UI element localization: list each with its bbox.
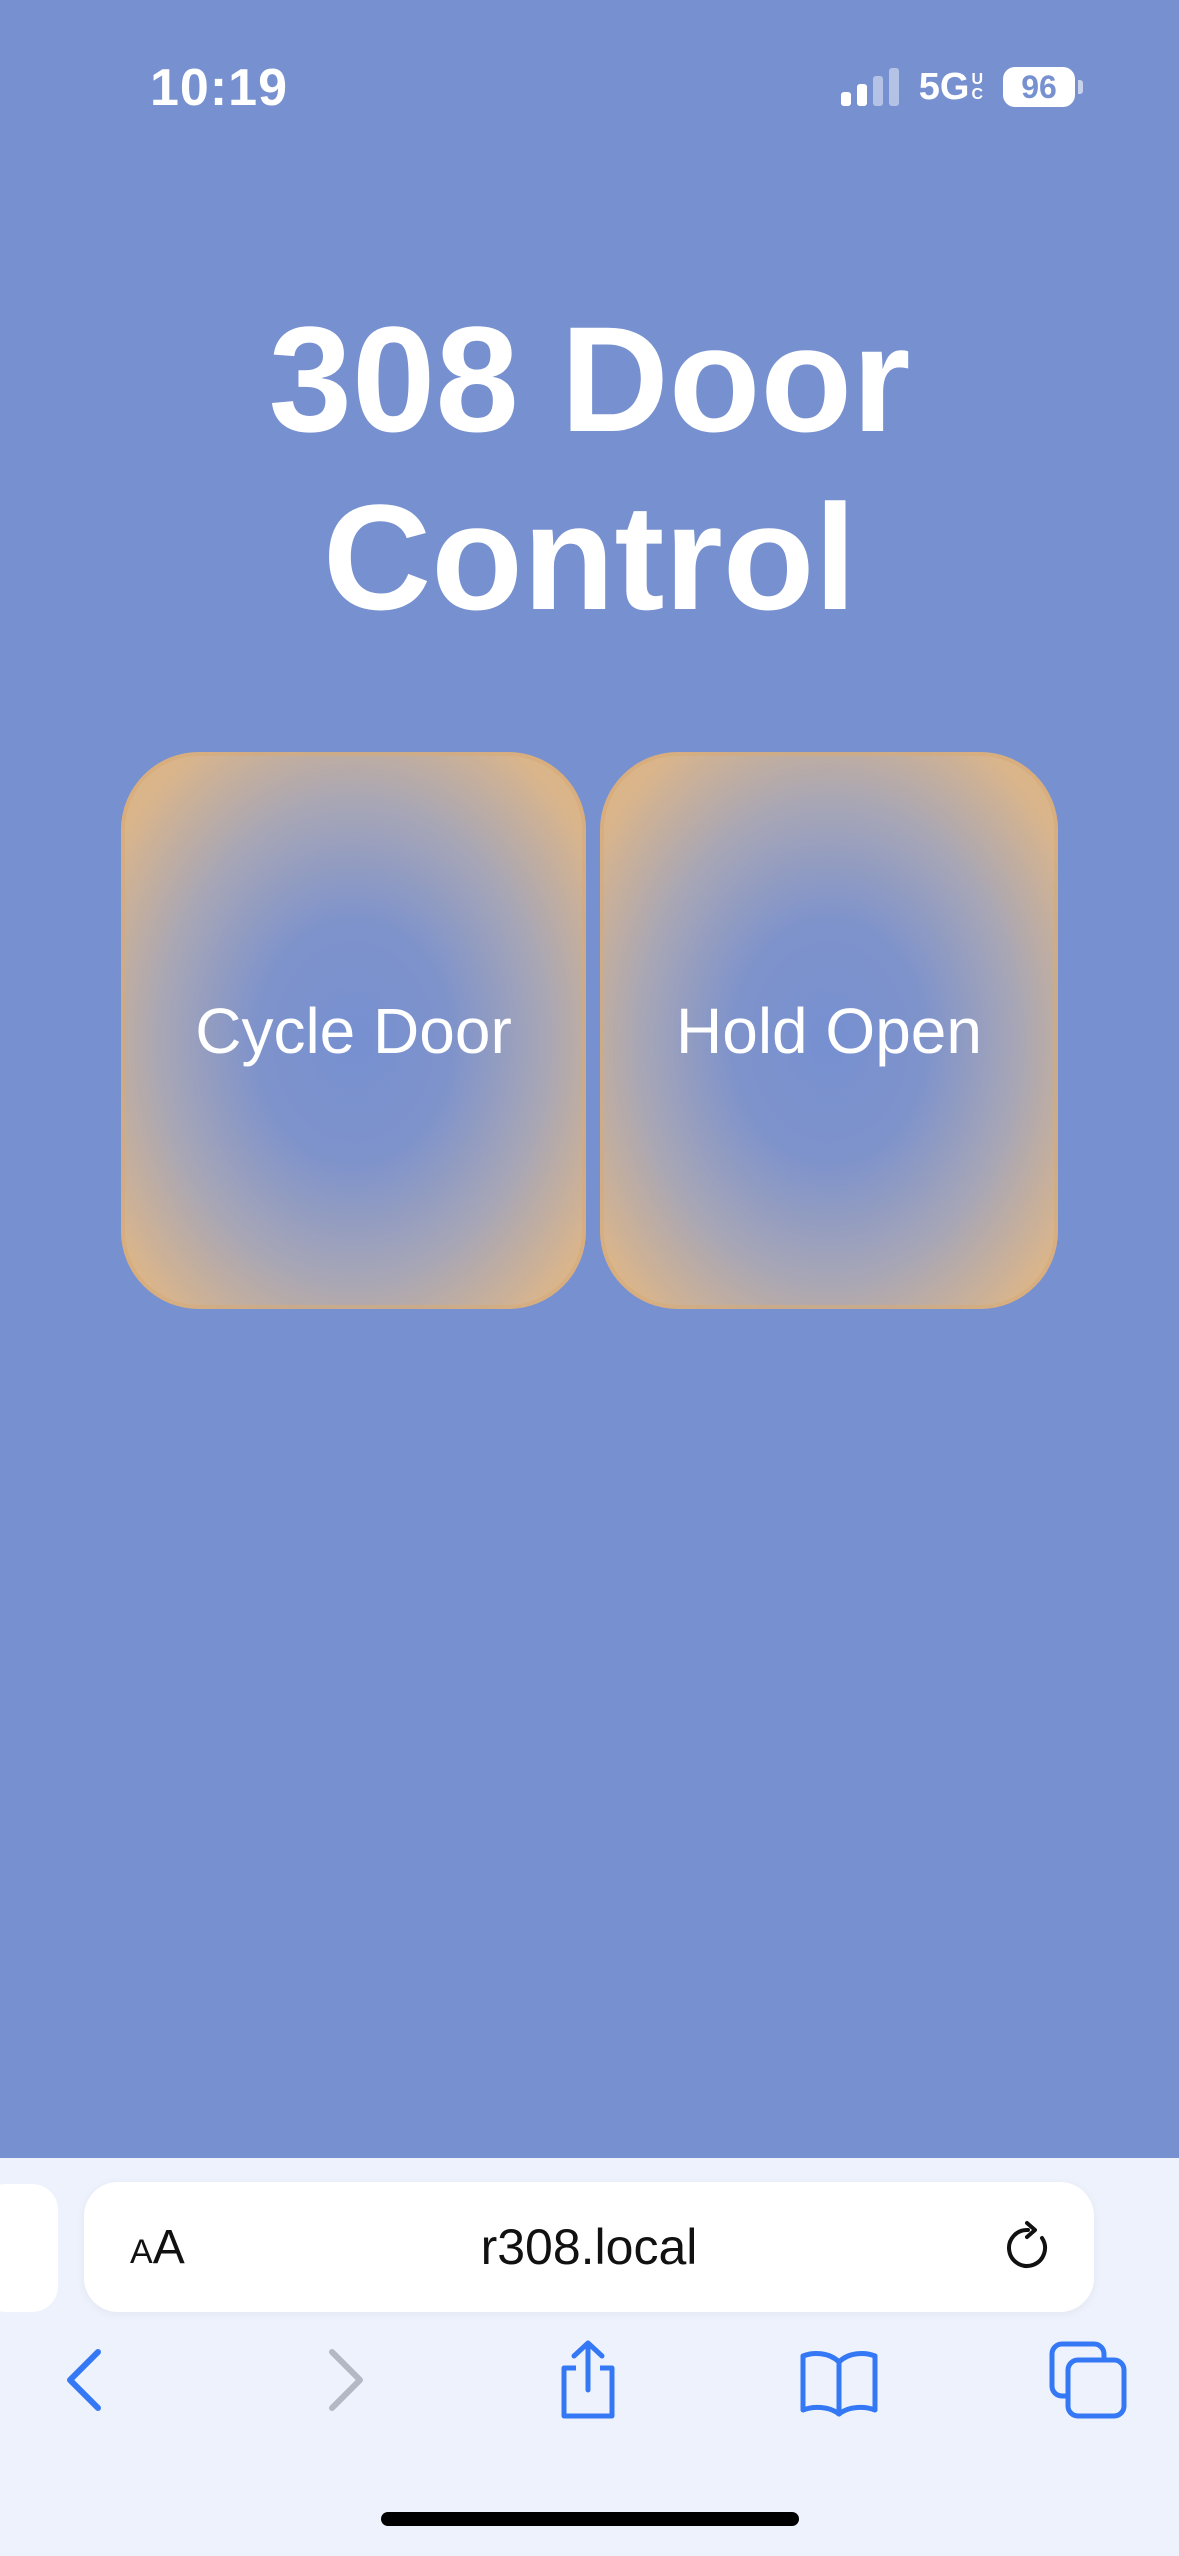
chevron-right-icon[interactable] bbox=[302, 2340, 382, 2420]
battery-icon: 96 bbox=[1003, 67, 1083, 107]
url-text[interactable]: r308.local bbox=[84, 2218, 1094, 2276]
network-suffix: U C bbox=[971, 71, 983, 103]
page-title: 308 Door Control bbox=[0, 290, 1179, 646]
previous-tab-preview[interactable] bbox=[0, 2184, 58, 2312]
chevron-left-icon[interactable] bbox=[48, 2340, 128, 2420]
cycle-door-label: Cycle Door bbox=[195, 994, 512, 1067]
address-bar[interactable]: A A r308.local bbox=[84, 2182, 1094, 2312]
hold-open-button[interactable]: Hold Open bbox=[600, 752, 1058, 1309]
network-indicator: 5G U C bbox=[919, 66, 983, 109]
page-title-line-1: 308 Door bbox=[268, 295, 911, 463]
page-title-line-2: Control bbox=[322, 473, 857, 641]
hold-open-label: Hold Open bbox=[676, 994, 982, 1067]
reload-icon[interactable] bbox=[1000, 2220, 1056, 2276]
cycle-door-button[interactable]: Cycle Door bbox=[121, 752, 586, 1309]
home-indicator[interactable] bbox=[381, 2512, 799, 2526]
battery-level: 96 bbox=[1003, 67, 1075, 107]
status-indicators: 5G U C 96 bbox=[840, 62, 1083, 112]
share-icon[interactable] bbox=[548, 2340, 628, 2420]
tabs-icon[interactable] bbox=[1048, 2340, 1128, 2420]
network-label: 5G bbox=[918, 65, 970, 108]
book-icon[interactable] bbox=[799, 2340, 879, 2420]
status-time: 10:19 bbox=[150, 59, 288, 117]
cellular-signal-icon bbox=[840, 68, 899, 106]
